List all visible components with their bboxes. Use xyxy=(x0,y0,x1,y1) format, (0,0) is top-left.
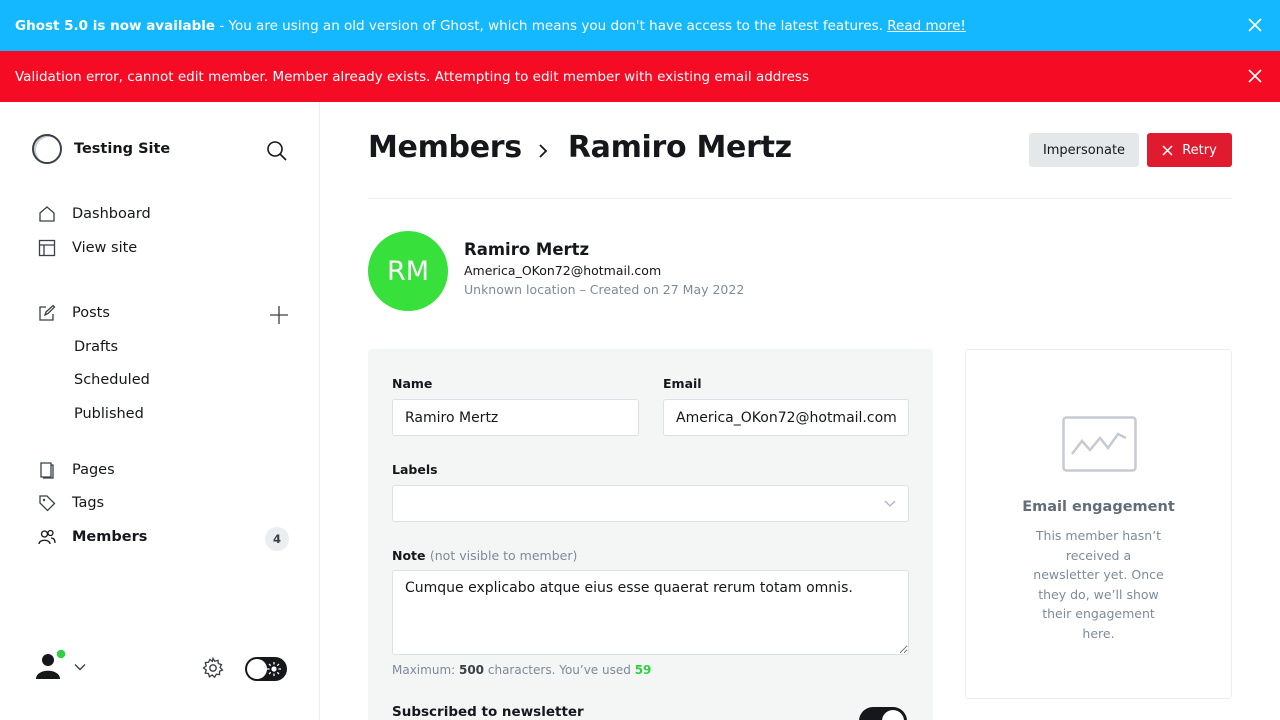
newsletter-toggle[interactable] xyxy=(859,707,907,720)
sidebar-item-scheduled[interactable]: Scheduled xyxy=(74,372,150,388)
name-label: Name xyxy=(392,376,433,391)
counter-used: 59 xyxy=(634,663,652,677)
read-more-link[interactable]: Read more! xyxy=(887,18,966,34)
site-title: Testing Site xyxy=(74,141,171,157)
note-label: Note (not visible to member) xyxy=(392,548,577,563)
avatar: RM xyxy=(368,231,448,311)
upgrade-banner-title: Ghost 5.0 is now available xyxy=(15,17,216,34)
member-form: Name Email Labels Note (not visible to m… xyxy=(368,349,933,720)
sidebar-item-label: Members xyxy=(72,529,148,545)
gear-icon[interactable] xyxy=(202,657,224,679)
retry-label: Retry xyxy=(1182,142,1217,158)
sidebar-item-label: View site xyxy=(72,240,138,256)
sidebar-item-pages[interactable]: Pages xyxy=(38,459,115,481)
chevron-down-icon[interactable] xyxy=(74,661,86,673)
name-input[interactable] xyxy=(392,399,639,436)
close-icon[interactable] xyxy=(1248,18,1262,32)
posts-icon xyxy=(39,304,56,321)
error-message: Validation error, cannot edit member. Me… xyxy=(15,68,809,85)
toggle-knob xyxy=(247,659,267,679)
home-icon xyxy=(39,206,55,222)
retry-button[interactable]: Retry xyxy=(1147,133,1232,167)
chart-icon xyxy=(1062,416,1137,472)
divider xyxy=(368,198,1232,199)
page-title: Ramiro Mertz xyxy=(567,130,792,165)
close-icon[interactable] xyxy=(1248,69,1262,83)
chevron-right-icon xyxy=(539,143,548,158)
main-content: Members Ramiro Mertz Impersonate Retry R… xyxy=(320,102,1280,720)
newsletter-label: Subscribed to newsletter xyxy=(392,704,584,720)
counter-middle: characters. You’ve used xyxy=(484,663,635,677)
member-name: Ramiro Mertz xyxy=(464,240,590,259)
view-site-icon xyxy=(38,239,56,257)
email-label: Email xyxy=(663,376,702,391)
sidebar-item-label: Pages xyxy=(72,462,115,478)
sun-icon xyxy=(267,662,281,676)
pages-icon xyxy=(40,462,54,479)
breadcrumb-parent[interactable]: Members xyxy=(368,130,522,165)
dark-mode-toggle[interactable] xyxy=(245,657,287,681)
plus-icon[interactable] xyxy=(269,305,289,325)
note-hint: (not visible to member) xyxy=(429,548,578,563)
search-icon[interactable] xyxy=(266,140,288,162)
note-label-text: Note xyxy=(392,548,426,563)
members-count-badge: 4 xyxy=(265,527,289,551)
sidebar-item-view-site[interactable]: View site xyxy=(38,237,137,259)
members-icon xyxy=(38,529,56,545)
sidebar-item-dashboard[interactable]: Dashboard xyxy=(38,203,151,225)
sidebar-item-tags[interactable]: Tags xyxy=(38,492,104,514)
member-email: America_OKon72@hotmail.com xyxy=(464,263,662,278)
site-header[interactable]: Testing Site xyxy=(32,134,170,164)
note-textarea[interactable]: Cumque explicabo atque eius esse quaerat… xyxy=(392,570,909,655)
labels-select[interactable] xyxy=(392,485,909,522)
character-counter: Maximum: 500 characters. You’ve used 59 xyxy=(392,663,651,677)
counter-max: 500 xyxy=(458,663,485,677)
member-meta: Unknown location – Created on 27 May 202… xyxy=(464,282,745,297)
breadcrumb: Members Ramiro Mertz xyxy=(368,130,792,165)
email-engagement-card: Email engagement This member hasn’t rece… xyxy=(965,349,1232,699)
counter-prefix: Maximum: xyxy=(392,663,459,677)
impersonate-button[interactable]: Impersonate xyxy=(1029,133,1139,167)
toggle-knob xyxy=(882,710,904,720)
upgrade-banner-message: - You are using an old version of Ghost,… xyxy=(215,17,888,34)
sidebar-item-drafts[interactable]: Drafts xyxy=(74,339,118,355)
site-logo xyxy=(32,134,62,164)
chevron-down-icon xyxy=(884,500,896,507)
sidebar-item-label: Tags xyxy=(72,495,105,511)
upgrade-banner: Ghost 5.0 is now available - You are usi… xyxy=(0,0,1280,51)
engagement-title: Email engagement xyxy=(1022,499,1175,515)
sidebar-item-published[interactable]: Published xyxy=(74,406,144,422)
engagement-description: This member hasn’t received a newsletter… xyxy=(1033,528,1164,641)
sidebar-item-label: Posts xyxy=(72,305,110,321)
sidebar-item-posts[interactable]: Posts xyxy=(38,302,110,324)
error-banner: Validation error, cannot edit member. Me… xyxy=(0,51,1280,102)
sidebar-item-label: Dashboard xyxy=(72,206,151,222)
close-icon xyxy=(1162,144,1173,156)
sidebar: Testing Site Dashboard View site Posts D… xyxy=(0,102,320,720)
email-input[interactable] xyxy=(663,399,909,436)
tags-icon xyxy=(39,495,56,512)
user-icon[interactable] xyxy=(32,649,66,683)
labels-label: Labels xyxy=(392,462,438,477)
sidebar-item-members[interactable]: Members xyxy=(38,526,147,548)
